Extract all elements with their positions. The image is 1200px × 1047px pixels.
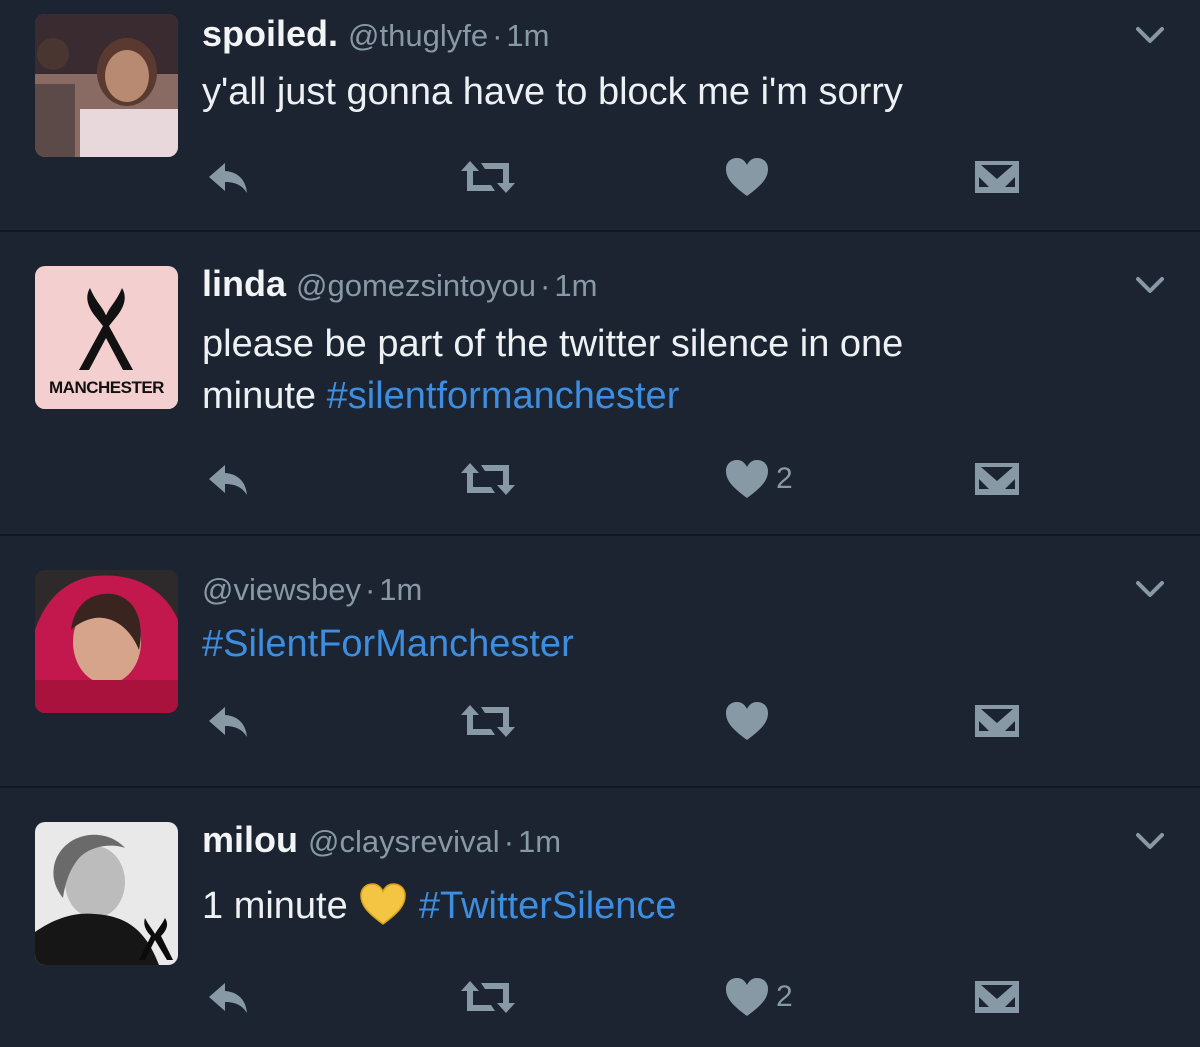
direct-message-button[interactable]: [973, 152, 1021, 202]
reply-button[interactable]: [205, 152, 251, 202]
reply-icon: [205, 157, 251, 197]
hashtag-link[interactable]: #SilentForManchester: [202, 623, 574, 665]
reply-button[interactable]: [205, 454, 251, 504]
tweet-header: milou @claysrevival · 1m: [202, 820, 561, 862]
hashtag-link[interactable]: #TwitterSilence: [408, 885, 677, 927]
like-count: 2: [776, 462, 793, 495]
tweet[interactable]: MANCHESTER linda @gomezsintoyou · 1m please…: [0, 232, 1200, 536]
retweet-icon: [457, 459, 519, 499]
tweet-text-part: y'all just gonna have to block me i'm so…: [202, 71, 903, 113]
tweet[interactable]: milou @claysrevival · 1m 1 minute #TwitterS…: [0, 788, 1200, 1047]
chevron-down-icon[interactable]: [1130, 826, 1170, 856]
retweet-button[interactable]: [457, 454, 519, 504]
direct-message-icon: [973, 459, 1021, 499]
reply-icon: [205, 701, 251, 741]
avatar-caption: MANCHESTER: [49, 378, 164, 397]
avatar[interactable]: [35, 570, 178, 713]
timestamp[interactable]: 1m: [379, 572, 422, 607]
retweet-icon: [457, 157, 519, 197]
direct-message-icon: [973, 701, 1021, 741]
avatar[interactable]: [35, 822, 178, 965]
avatar[interactable]: MANCHESTER: [35, 266, 178, 409]
tweet-actions: [0, 696, 1200, 746]
tweet-actions: [0, 152, 1200, 202]
like-button[interactable]: [724, 152, 776, 202]
timeline: spoiled. @thuglyfe · 1m y'all just gonna ha…: [0, 0, 1200, 1047]
retweet-icon: [457, 701, 519, 741]
direct-message-icon: [973, 977, 1021, 1017]
tweet-actions: 2: [0, 972, 1200, 1022]
tweet-header: spoiled. @thuglyfe · 1m: [202, 14, 549, 56]
user-handle[interactable]: @gomezsintoyou: [296, 268, 536, 303]
retweet-button[interactable]: [457, 152, 519, 202]
display-name[interactable]: linda: [202, 263, 286, 304]
timestamp[interactable]: 1m: [554, 268, 597, 303]
separator: ·: [503, 824, 515, 859]
chevron-down-icon[interactable]: [1130, 574, 1170, 604]
heart-icon: [724, 156, 770, 198]
tweet-text: y'all just gonna have to block me i'm so…: [202, 66, 1102, 118]
like-button[interactable]: [724, 696, 776, 746]
direct-message-icon: [973, 157, 1021, 197]
tweet-text-part: please be part of the twitter silence in…: [202, 323, 904, 365]
user-handle[interactable]: @thuglyfe: [348, 18, 488, 53]
tweet-actions: 2: [0, 454, 1200, 504]
avatar[interactable]: [35, 14, 178, 157]
tweet-text-part: 1 minute: [202, 885, 359, 927]
direct-message-button[interactable]: [973, 972, 1021, 1022]
timestamp[interactable]: 1m: [506, 18, 549, 53]
like-button[interactable]: 2: [724, 454, 793, 504]
display-name[interactable]: milou: [202, 819, 298, 860]
hashtag-link[interactable]: #silentformanchester: [327, 375, 680, 417]
timestamp[interactable]: 1m: [518, 824, 561, 859]
tweet-header: @viewsbey · 1m: [202, 568, 422, 610]
chevron-down-icon[interactable]: [1130, 20, 1170, 50]
retweet-button[interactable]: [457, 696, 519, 746]
tweet-text-part: minute: [202, 375, 327, 417]
tweet[interactable]: @viewsbey · 1m #SilentForManchester: [0, 536, 1200, 788]
yellow-heart-emoji: [358, 882, 408, 926]
tweet-text: please be part of the twitter silence in…: [202, 318, 1102, 422]
heart-icon: [724, 976, 770, 1018]
direct-message-button[interactable]: [973, 696, 1021, 746]
reply-button[interactable]: [205, 972, 251, 1022]
display-name[interactable]: spoiled.: [202, 13, 338, 54]
user-handle[interactable]: @viewsbey: [202, 572, 361, 607]
separator: ·: [364, 572, 376, 607]
chevron-down-icon[interactable]: [1130, 270, 1170, 300]
direct-message-button[interactable]: [973, 454, 1021, 504]
separator: ·: [540, 268, 551, 303]
tweet[interactable]: spoiled. @thuglyfe · 1m y'all just gonna ha…: [0, 0, 1200, 232]
tweet-text: #SilentForManchester: [202, 618, 1102, 670]
reply-icon: [205, 459, 251, 499]
like-button[interactable]: 2: [724, 972, 793, 1022]
heart-icon: [724, 458, 770, 500]
reply-button[interactable]: [205, 696, 251, 746]
retweet-icon: [457, 977, 519, 1017]
like-count: 2: [776, 980, 793, 1013]
user-handle[interactable]: @claysrevival: [308, 824, 500, 859]
tweet-text: 1 minute #TwitterSilence: [202, 880, 1102, 932]
separator: ·: [492, 18, 503, 53]
reply-icon: [205, 977, 251, 1017]
heart-icon: [724, 700, 770, 742]
tweet-header: linda @gomezsintoyou · 1m: [202, 264, 597, 306]
retweet-button[interactable]: [457, 972, 519, 1022]
